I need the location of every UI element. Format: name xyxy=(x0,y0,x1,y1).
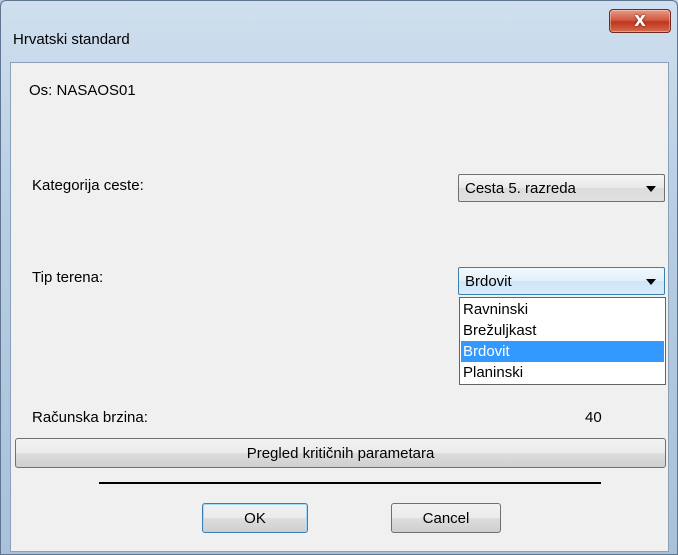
ok-button[interactable]: OK xyxy=(202,503,308,533)
close-icon: X xyxy=(634,11,646,30)
road-category-value: Cesta 5. razreda xyxy=(465,180,576,197)
chevron-down-icon xyxy=(646,279,656,285)
desktop-background: Hrvatski standard X Os: NASAOS01 Kategor… xyxy=(0,0,678,555)
dialog-content: Os: NASAOS01 Kategorija ceste: Cesta 5. … xyxy=(10,62,669,552)
dialog-window: Hrvatski standard X Os: NASAOS01 Kategor… xyxy=(0,0,678,555)
terrain-option[interactable]: Ravninski xyxy=(461,299,664,320)
chevron-down-icon xyxy=(646,186,656,192)
design-speed-value: 40 xyxy=(585,409,602,426)
terrain-dropdown-list: Ravninski Brežuljkast Brdovit Planinski xyxy=(459,297,666,385)
terrain-option[interactable]: Planinski xyxy=(461,362,664,383)
separator-line xyxy=(99,482,601,484)
window-title: Hrvatski standard xyxy=(13,31,130,48)
terrain-option[interactable]: Brežuljkast xyxy=(461,320,664,341)
axis-label: Os: NASAOS01 xyxy=(29,82,136,99)
terrain-select[interactable]: Brdovit xyxy=(458,267,665,295)
road-category-select[interactable]: Cesta 5. razreda xyxy=(458,174,665,202)
terrain-option-highlighted[interactable]: Brdovit xyxy=(461,341,664,362)
review-critical-parameters-button[interactable]: Pregled kritičnih parametara xyxy=(15,438,666,468)
close-button[interactable]: X xyxy=(609,9,671,33)
design-speed-label: Računska brzina: xyxy=(32,409,148,426)
title-bar[interactable]: Hrvatski standard X xyxy=(1,1,677,48)
terrain-value: Brdovit xyxy=(465,273,512,290)
cancel-button[interactable]: Cancel xyxy=(391,503,501,533)
road-category-label: Kategorija ceste: xyxy=(32,177,144,194)
terrain-label: Tip terena: xyxy=(32,269,104,286)
